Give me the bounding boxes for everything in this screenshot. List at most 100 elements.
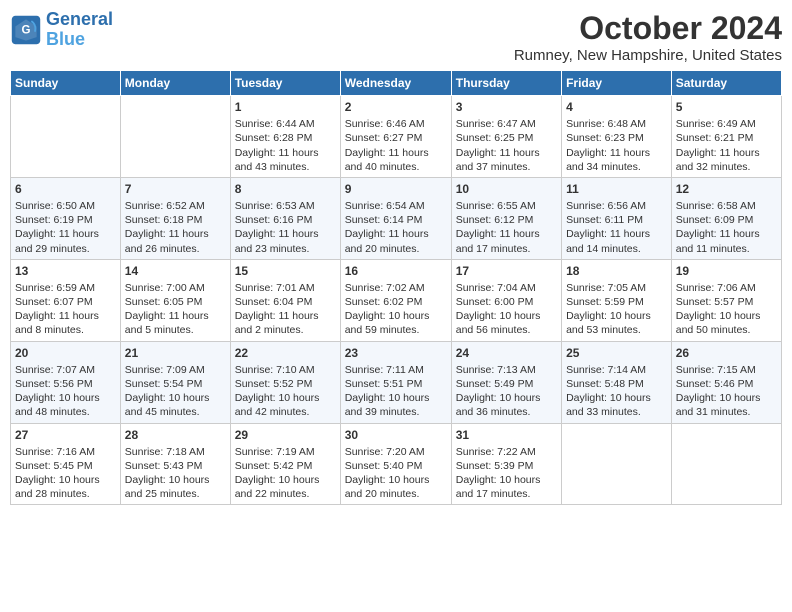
- day-number: 20: [15, 345, 116, 361]
- sunrise-text: Sunrise: 7:18 AM: [125, 445, 226, 459]
- sunset-text: Sunset: 6:25 PM: [456, 131, 557, 145]
- daylight-text: Daylight: 10 hours and 39 minutes.: [345, 391, 447, 419]
- day-number: 27: [15, 427, 116, 443]
- sunset-text: Sunset: 6:19 PM: [15, 213, 116, 227]
- daylight-text: Daylight: 11 hours and 20 minutes.: [345, 227, 447, 255]
- sunrise-text: Sunrise: 7:00 AM: [125, 281, 226, 295]
- daylight-text: Daylight: 10 hours and 53 minutes.: [566, 309, 667, 337]
- daylight-text: Daylight: 10 hours and 28 minutes.: [15, 473, 116, 501]
- sunset-text: Sunset: 5:42 PM: [235, 459, 336, 473]
- daylight-text: Daylight: 11 hours and 14 minutes.: [566, 227, 667, 255]
- sunrise-text: Sunrise: 7:20 AM: [345, 445, 447, 459]
- daylight-text: Daylight: 10 hours and 50 minutes.: [676, 309, 777, 337]
- day-number: 24: [456, 345, 557, 361]
- sunrise-text: Sunrise: 7:11 AM: [345, 363, 447, 377]
- sunset-text: Sunset: 5:46 PM: [676, 377, 777, 391]
- day-number: 30: [345, 427, 447, 443]
- calendar-cell: 16Sunrise: 7:02 AMSunset: 6:02 PMDayligh…: [340, 259, 451, 341]
- month-title: October 2024: [514, 10, 782, 47]
- calendar-cell: 22Sunrise: 7:10 AMSunset: 5:52 PMDayligh…: [230, 341, 340, 423]
- location: Rumney, New Hampshire, United States: [514, 47, 782, 64]
- sunset-text: Sunset: 5:45 PM: [15, 459, 116, 473]
- day-number: 5: [676, 99, 777, 115]
- daylight-text: Daylight: 10 hours and 31 minutes.: [676, 391, 777, 419]
- daylight-text: Daylight: 11 hours and 17 minutes.: [456, 227, 557, 255]
- daylight-text: Daylight: 11 hours and 23 minutes.: [235, 227, 336, 255]
- sunrise-text: Sunrise: 7:10 AM: [235, 363, 336, 377]
- calendar-cell: 15Sunrise: 7:01 AMSunset: 6:04 PMDayligh…: [230, 259, 340, 341]
- calendar-week-4: 20Sunrise: 7:07 AMSunset: 5:56 PMDayligh…: [11, 341, 782, 423]
- daylight-text: Daylight: 11 hours and 43 minutes.: [235, 146, 336, 174]
- weekday-header-friday: Friday: [562, 71, 672, 96]
- calendar-cell: 10Sunrise: 6:55 AMSunset: 6:12 PMDayligh…: [451, 177, 561, 259]
- calendar-week-3: 13Sunrise: 6:59 AMSunset: 6:07 PMDayligh…: [11, 259, 782, 341]
- daylight-text: Daylight: 11 hours and 11 minutes.: [676, 227, 777, 255]
- day-number: 7: [125, 181, 226, 197]
- weekday-header-row: SundayMondayTuesdayWednesdayThursdayFrid…: [11, 71, 782, 96]
- calendar-cell: [562, 423, 672, 505]
- calendar-cell: 21Sunrise: 7:09 AMSunset: 5:54 PMDayligh…: [120, 341, 230, 423]
- calendar-cell: 9Sunrise: 6:54 AMSunset: 6:14 PMDaylight…: [340, 177, 451, 259]
- weekday-header-wednesday: Wednesday: [340, 71, 451, 96]
- day-number: 26: [676, 345, 777, 361]
- daylight-text: Daylight: 10 hours and 20 minutes.: [345, 473, 447, 501]
- daylight-text: Daylight: 11 hours and 32 minutes.: [676, 146, 777, 174]
- day-number: 16: [345, 263, 447, 279]
- calendar-week-1: 1Sunrise: 6:44 AMSunset: 6:28 PMDaylight…: [11, 96, 782, 178]
- day-number: 25: [566, 345, 667, 361]
- sunrise-text: Sunrise: 6:58 AM: [676, 199, 777, 213]
- calendar-cell: [120, 96, 230, 178]
- logo: G GeneralBlue: [10, 10, 113, 50]
- sunrise-text: Sunrise: 7:07 AM: [15, 363, 116, 377]
- calendar-cell: 12Sunrise: 6:58 AMSunset: 6:09 PMDayligh…: [671, 177, 781, 259]
- daylight-text: Daylight: 11 hours and 26 minutes.: [125, 227, 226, 255]
- sunrise-text: Sunrise: 6:48 AM: [566, 117, 667, 131]
- day-number: 14: [125, 263, 226, 279]
- sunset-text: Sunset: 5:54 PM: [125, 377, 226, 391]
- calendar-cell: [671, 423, 781, 505]
- calendar-cell: 24Sunrise: 7:13 AMSunset: 5:49 PMDayligh…: [451, 341, 561, 423]
- day-number: 13: [15, 263, 116, 279]
- daylight-text: Daylight: 10 hours and 33 minutes.: [566, 391, 667, 419]
- weekday-header-sunday: Sunday: [11, 71, 121, 96]
- sunset-text: Sunset: 6:18 PM: [125, 213, 226, 227]
- calendar-cell: 19Sunrise: 7:06 AMSunset: 5:57 PMDayligh…: [671, 259, 781, 341]
- svg-text:G: G: [22, 24, 31, 36]
- sunrise-text: Sunrise: 6:47 AM: [456, 117, 557, 131]
- sunset-text: Sunset: 6:16 PM: [235, 213, 336, 227]
- daylight-text: Daylight: 11 hours and 8 minutes.: [15, 309, 116, 337]
- day-number: 4: [566, 99, 667, 115]
- sunrise-text: Sunrise: 7:06 AM: [676, 281, 777, 295]
- day-number: 19: [676, 263, 777, 279]
- daylight-text: Daylight: 10 hours and 22 minutes.: [235, 473, 336, 501]
- page-header: G GeneralBlue October 2024 Rumney, New H…: [10, 10, 782, 64]
- calendar-cell: 20Sunrise: 7:07 AMSunset: 5:56 PMDayligh…: [11, 341, 121, 423]
- calendar-cell: 11Sunrise: 6:56 AMSunset: 6:11 PMDayligh…: [562, 177, 672, 259]
- logo-icon: G: [10, 14, 42, 46]
- day-number: 15: [235, 263, 336, 279]
- day-number: 9: [345, 181, 447, 197]
- sunrise-text: Sunrise: 7:13 AM: [456, 363, 557, 377]
- calendar-week-2: 6Sunrise: 6:50 AMSunset: 6:19 PMDaylight…: [11, 177, 782, 259]
- calendar-cell: 27Sunrise: 7:16 AMSunset: 5:45 PMDayligh…: [11, 423, 121, 505]
- sunrise-text: Sunrise: 6:54 AM: [345, 199, 447, 213]
- sunrise-text: Sunrise: 6:56 AM: [566, 199, 667, 213]
- sunset-text: Sunset: 5:40 PM: [345, 459, 447, 473]
- sunrise-text: Sunrise: 7:19 AM: [235, 445, 336, 459]
- sunset-text: Sunset: 6:07 PM: [15, 295, 116, 309]
- day-number: 28: [125, 427, 226, 443]
- sunset-text: Sunset: 6:23 PM: [566, 131, 667, 145]
- calendar-cell: 5Sunrise: 6:49 AMSunset: 6:21 PMDaylight…: [671, 96, 781, 178]
- weekday-header-monday: Monday: [120, 71, 230, 96]
- daylight-text: Daylight: 10 hours and 45 minutes.: [125, 391, 226, 419]
- sunset-text: Sunset: 6:27 PM: [345, 131, 447, 145]
- calendar-cell: 3Sunrise: 6:47 AMSunset: 6:25 PMDaylight…: [451, 96, 561, 178]
- sunset-text: Sunset: 5:39 PM: [456, 459, 557, 473]
- day-number: 29: [235, 427, 336, 443]
- daylight-text: Daylight: 10 hours and 25 minutes.: [125, 473, 226, 501]
- daylight-text: Daylight: 10 hours and 59 minutes.: [345, 309, 447, 337]
- calendar-table: SundayMondayTuesdayWednesdayThursdayFrid…: [10, 70, 782, 505]
- sunset-text: Sunset: 5:52 PM: [235, 377, 336, 391]
- day-number: 3: [456, 99, 557, 115]
- daylight-text: Daylight: 11 hours and 2 minutes.: [235, 309, 336, 337]
